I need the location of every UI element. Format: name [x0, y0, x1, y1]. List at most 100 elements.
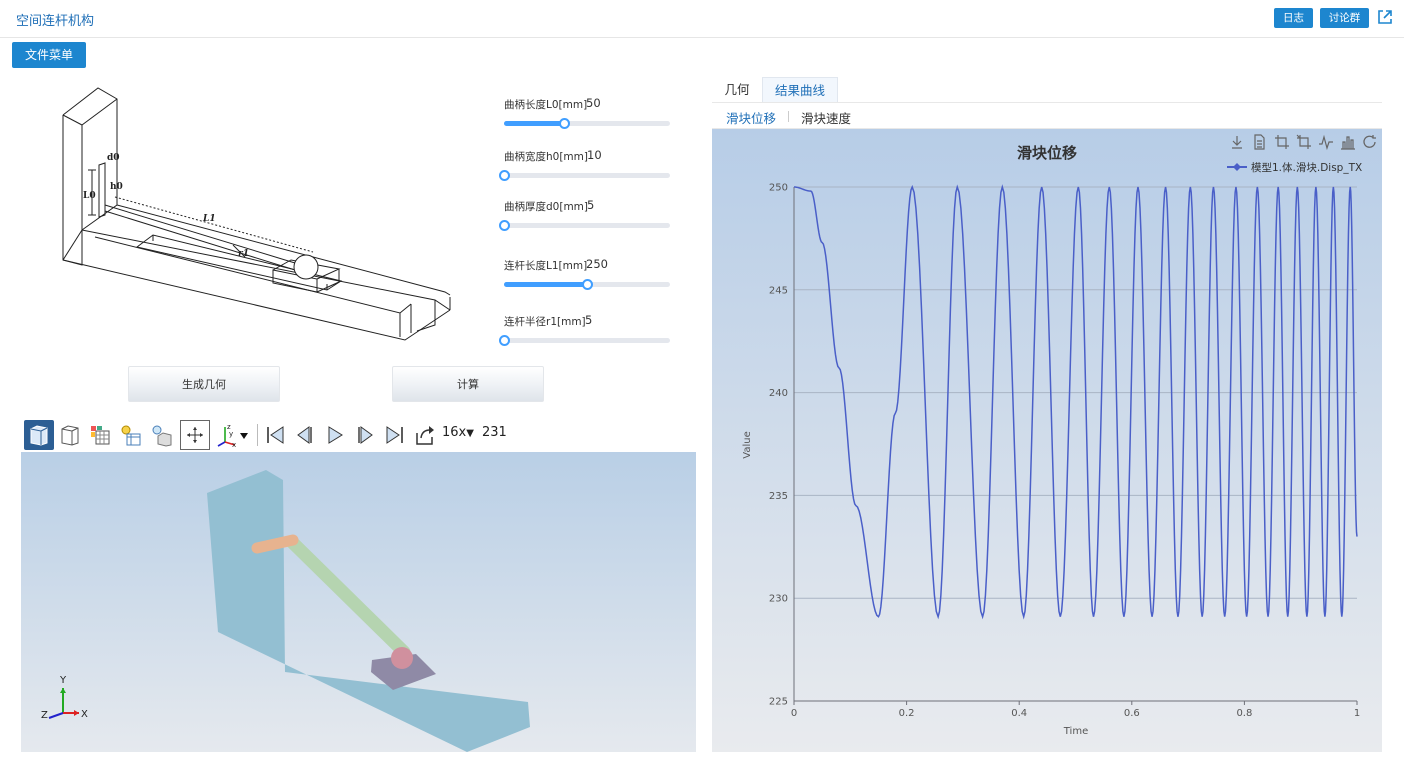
file-menu-button[interactable]: 文件菜单 [12, 42, 86, 68]
slider-handle[interactable] [499, 170, 510, 181]
chart-panel: 滑块位移 模型1.体.滑块.Disp_TX 225 230 235 240 245 250… [712, 129, 1382, 752]
x-tick-label: 0.2 [899, 708, 915, 719]
displacement-chart: 滑块位移 模型1.体.滑块.Disp_TX 225 230 235 240 245 250… [742, 134, 1376, 737]
label-r1: r1 [238, 249, 249, 259]
param-value: 5 [587, 198, 595, 212]
subtab-bar: 滑块位移 滑块速度 [712, 102, 1382, 129]
light-box-icon[interactable] [146, 420, 176, 450]
light-icon[interactable] [115, 420, 145, 450]
last-frame-icon[interactable] [380, 420, 410, 450]
frame-number: 231 [482, 425, 507, 440]
label-h0: h0 [110, 182, 123, 192]
param-value: 5 [585, 313, 593, 327]
param-value: 250 [586, 257, 608, 271]
subtab-slider-velocity[interactable]: 滑块速度 [801, 108, 851, 127]
param-label: 曲柄宽度h0[mm] [504, 151, 588, 163]
triad-x-label: X [81, 709, 88, 720]
slider-handle[interactable] [558, 118, 570, 129]
y-tick-label: 235 [769, 491, 788, 502]
x-tick-label: 1 [1354, 708, 1360, 719]
subtab-divider [788, 111, 789, 122]
crank [251, 534, 299, 554]
x-tick-label: 0.8 [1236, 708, 1252, 719]
bar-type-icon[interactable] [1341, 136, 1355, 150]
param-slider[interactable] [504, 279, 670, 290]
slider-ball [391, 647, 413, 669]
3d-viewport[interactable]: Y Z X [21, 452, 696, 752]
triad-z-label: Z [41, 710, 48, 721]
zoom-reset-icon[interactable] [1296, 134, 1311, 149]
subtab-slider-displacement[interactable]: 滑块位移 [726, 108, 776, 127]
param-label: 曲柄厚度d0[mm] [504, 201, 588, 213]
y-tick-label: 245 [769, 285, 788, 296]
y-tick-label: 230 [769, 594, 788, 605]
playback-speed-value: 16x [442, 425, 467, 440]
restore-icon[interactable] [1363, 135, 1376, 148]
x-tick-label: 0.6 [1124, 708, 1140, 719]
compute-button[interactable]: 计算 [392, 366, 544, 402]
slider-handle[interactable] [499, 335, 510, 346]
mechanism-schematic: d0 h0 L0 L1 r1 [62, 87, 451, 341]
generate-geometry-button[interactable]: 生成几何 [128, 366, 280, 402]
x-tick-label: 0 [791, 708, 797, 719]
triad-y-label: Y [59, 675, 67, 686]
3d-model: Y Z X [41, 470, 530, 752]
slider-handle[interactable] [499, 220, 510, 231]
discuss-group-button[interactable]: 讨论群 [1320, 8, 1369, 28]
app-header: 空间连杆机构 日志 讨论群 [0, 0, 1404, 38]
zoom-icon[interactable] [1275, 135, 1289, 149]
x-axis-label: Time [1063, 726, 1088, 737]
y-axis-label: Value [742, 431, 753, 458]
app-title: 空间连杆机构 [16, 14, 95, 29]
slider-fill [504, 282, 587, 287]
toolbar-divider [257, 424, 258, 446]
fit-view-icon[interactable] [180, 420, 210, 450]
log-button[interactable]: 日志 [1274, 8, 1313, 28]
chart-title: 滑块位移 [1017, 144, 1077, 162]
param-slider[interactable] [499, 170, 670, 181]
first-frame-icon[interactable] [260, 420, 290, 450]
tab-result-curves[interactable]: 结果曲线 [762, 77, 838, 102]
loop-icon[interactable] [410, 420, 440, 450]
tab-geometry[interactable]: 几何 [712, 77, 762, 102]
data-view-icon[interactable] [1254, 134, 1265, 150]
param-label: 连杆半径r1[mm] [504, 316, 586, 328]
label-d0: d0 [107, 153, 120, 163]
play-icon[interactable] [320, 420, 350, 450]
y-tick-label: 250 [769, 183, 788, 194]
next-frame-icon[interactable] [350, 420, 380, 450]
label-L0: L0 [83, 191, 96, 201]
axes-triad: Y Z X [41, 675, 88, 721]
line-type-icon[interactable] [1319, 134, 1333, 151]
playback-speed-select[interactable]: 16x▼ [442, 425, 474, 440]
chart-legend[interactable]: 模型1.体.滑块.Disp_TX [1227, 161, 1362, 174]
external-link-icon[interactable] [1377, 9, 1393, 25]
param-label: 连杆长度L1[mm] [504, 260, 588, 272]
param-value: 50 [586, 96, 601, 110]
viewer-toolbar: zyx [22, 418, 696, 451]
y-tick-label: 225 [769, 697, 788, 708]
wireframe-view-icon[interactable] [55, 420, 85, 450]
param-slider[interactable] [499, 335, 670, 346]
solid-view-icon[interactable] [24, 420, 54, 450]
param-label: 曲柄长度L0[mm] [504, 99, 588, 111]
download-icon[interactable] [1232, 136, 1242, 149]
param-value: 10 [587, 148, 602, 162]
series-line-disp-tx [793, 184, 1358, 620]
slider-handle[interactable] [582, 279, 593, 290]
svg-text:y: y [229, 430, 233, 438]
mesh-view-icon[interactable] [85, 420, 115, 450]
speed-dropdown-icon: ▼ [466, 428, 474, 439]
label-L1: L1 [202, 214, 216, 224]
previous-frame-icon[interactable] [290, 420, 320, 450]
x-tick-label: 0.4 [1011, 708, 1027, 719]
y-tick-label: 240 [769, 388, 788, 399]
legend-series-name: 模型1.体.滑块.Disp_TX [1251, 161, 1362, 174]
connecting-rod [285, 535, 411, 659]
svg-text:x: x [232, 441, 236, 448]
chart-toolbox [1232, 134, 1376, 151]
param-slider[interactable] [499, 220, 670, 231]
slider-fill [504, 121, 564, 126]
axis-orientation-icon[interactable]: zyx [214, 420, 250, 450]
param-slider[interactable] [504, 118, 670, 129]
